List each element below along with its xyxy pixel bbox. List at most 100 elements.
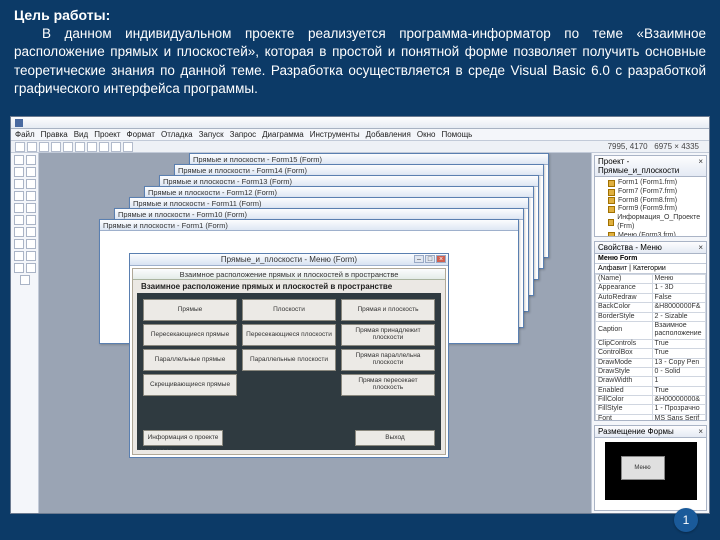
property-row[interactable]: BorderStyle2 - Sizable: [596, 312, 706, 321]
project-item[interactable]: Form1 (Form1.frm): [598, 179, 703, 188]
menu-button[interactable]: Пересекающиеся плоскости: [242, 324, 336, 346]
project-item[interactable]: Form9 (Form9.frm): [598, 205, 703, 214]
menu-button[interactable]: Параллельные плоскости: [242, 349, 336, 371]
toolbox: [11, 153, 39, 513]
tool-button[interactable]: [26, 179, 36, 189]
toolbar-button[interactable]: [99, 142, 109, 152]
properties-panel[interactable]: Свойства - Меню× Меню Form Алфавит | Кат…: [594, 241, 707, 421]
menu-item[interactable]: Проект: [94, 130, 120, 139]
toolbar-button[interactable]: [27, 142, 37, 152]
property-row[interactable]: FillStyle1 - Прозрачно: [596, 405, 706, 414]
property-row[interactable]: (Name)Меню: [596, 275, 706, 284]
panel-title-text: Проект - Прямые_и_плоскости: [598, 157, 698, 175]
form-icon: [608, 180, 615, 187]
ide-menubar[interactable]: Файл Правка Вид Проект Формат Отладка За…: [11, 129, 709, 141]
toolbar-button[interactable]: [39, 142, 49, 152]
tool-dir[interactable]: [14, 239, 24, 249]
menu-item[interactable]: Запрос: [230, 130, 257, 139]
property-row[interactable]: AutoRedrawFalse: [596, 293, 706, 302]
info-button[interactable]: Информация о проекте: [143, 430, 223, 446]
tool-listbox[interactable]: [26, 203, 36, 213]
exit-button[interactable]: Выход: [355, 430, 435, 446]
toolbar-button[interactable]: [123, 142, 133, 152]
tool-image[interactable]: [14, 263, 24, 273]
form-designer-menu[interactable]: Прямые_и_плоскости - Меню (Form) – □ × В…: [129, 253, 449, 458]
menu-button[interactable]: Прямые: [143, 299, 237, 321]
tool-checkbox[interactable]: [14, 191, 24, 201]
property-row[interactable]: DrawStyle0 - Solid: [596, 367, 706, 376]
property-row[interactable]: Appearance1 - 3D: [596, 284, 706, 293]
property-row[interactable]: ClipControlsTrue: [596, 339, 706, 348]
designer-title-text: Прямые_и_плоскости - Меню (Form): [221, 255, 357, 264]
toolbar-button[interactable]: [63, 142, 73, 152]
tool-frame[interactable]: [14, 179, 24, 189]
form-layout-panel[interactable]: Размещение Формы× Меню: [594, 425, 707, 511]
menu-button[interactable]: Прямая пересекает плоскость: [341, 374, 435, 396]
menu-item[interactable]: Отладка: [161, 130, 193, 139]
tool-label[interactable]: [14, 167, 24, 177]
tool-pointer[interactable]: [14, 155, 24, 165]
property-row[interactable]: CaptionВзаимное расположение: [596, 321, 706, 339]
layout-thumbnail[interactable]: Меню: [605, 442, 697, 500]
properties-table[interactable]: (Name)МенюAppearance1 - 3DAutoRedrawFals…: [595, 274, 706, 420]
tool-drive[interactable]: [26, 227, 36, 237]
property-row[interactable]: FontMS Sans Serif: [596, 414, 706, 420]
minimize-icon[interactable]: –: [414, 255, 424, 263]
menu-button[interactable]: Прямая принадлежит плоскости: [341, 324, 435, 346]
project-item[interactable]: Form8 (Form8.frm): [598, 197, 703, 206]
menu-item[interactable]: Правка: [41, 130, 68, 139]
menu-item[interactable]: Вид: [74, 130, 88, 139]
tool-shape[interactable]: [14, 251, 24, 261]
menu-button[interactable]: Пересекающиеся прямые: [143, 324, 237, 346]
toolbar-button[interactable]: [75, 142, 85, 152]
form-surface[interactable]: Взаимное расположение прямых и плоскосте…: [132, 268, 446, 455]
menu-item[interactable]: Помощь: [441, 130, 472, 139]
tool-textbox[interactable]: [26, 167, 36, 177]
project-item[interactable]: Form7 (Form7.frm): [598, 188, 703, 197]
tool-option[interactable]: [26, 191, 36, 201]
props-tabs[interactable]: Алфавит | Категории: [595, 264, 706, 274]
menu-item[interactable]: Окно: [417, 130, 436, 139]
tool-ole[interactable]: [20, 275, 30, 285]
close-icon[interactable]: ×: [698, 157, 703, 175]
menu-button[interactable]: Плоскости: [242, 299, 336, 321]
property-row[interactable]: BackColor&H8000000F&: [596, 303, 706, 312]
property-row[interactable]: ControlBoxTrue: [596, 349, 706, 358]
property-row[interactable]: DrawMode13 - Copy Pen: [596, 358, 706, 367]
tool-data[interactable]: [26, 263, 36, 273]
tool-hscroll[interactable]: [14, 215, 24, 225]
menu-button[interactable]: Прямая параллельна плоскости: [341, 349, 435, 371]
tool-picturebox[interactable]: [26, 155, 36, 165]
tool-file[interactable]: [26, 239, 36, 249]
property-row[interactable]: EnabledTrue: [596, 386, 706, 395]
toolbar-button[interactable]: [87, 142, 97, 152]
menu-button[interactable]: Скрещивающиеся прямые: [143, 374, 237, 396]
menu-item[interactable]: Формат: [127, 130, 155, 139]
layout-form-thumb[interactable]: Меню: [621, 456, 665, 480]
maximize-icon[interactable]: □: [425, 255, 435, 263]
tool-timer[interactable]: [14, 227, 24, 237]
menu-item[interactable]: Запуск: [199, 130, 224, 139]
close-icon[interactable]: ×: [436, 255, 446, 263]
property-row[interactable]: DrawWidth1: [596, 377, 706, 386]
toolbar-button[interactable]: [111, 142, 121, 152]
tool-combobox[interactable]: [14, 203, 24, 213]
menu-item[interactable]: Файл: [15, 130, 35, 139]
toolbar-button[interactable]: [51, 142, 61, 152]
menu-item[interactable]: Инструменты: [310, 130, 360, 139]
close-icon[interactable]: ×: [698, 243, 703, 252]
menu-button[interactable]: Прямая и плоскость: [341, 299, 435, 321]
property-row[interactable]: FillColor&H00000000&: [596, 396, 706, 405]
menu-item[interactable]: Диаграмма: [262, 130, 304, 139]
menu-item[interactable]: Добавления: [366, 130, 411, 139]
tool-vscroll[interactable]: [26, 215, 36, 225]
props-object[interactable]: Меню Form: [595, 254, 706, 264]
project-item[interactable]: Меню (Form3.frm): [598, 232, 703, 237]
project-explorer[interactable]: Проект - Прямые_и_плоскости× Form1 (Form…: [594, 155, 707, 237]
tool-line[interactable]: [26, 251, 36, 261]
toolbar-button[interactable]: [15, 142, 25, 152]
project-item[interactable]: Информация_О_Проекте (Frm): [598, 214, 703, 232]
close-icon[interactable]: ×: [698, 427, 703, 436]
menu-button[interactable]: Параллельные прямые: [143, 349, 237, 371]
ide-titlebar: [11, 117, 709, 129]
